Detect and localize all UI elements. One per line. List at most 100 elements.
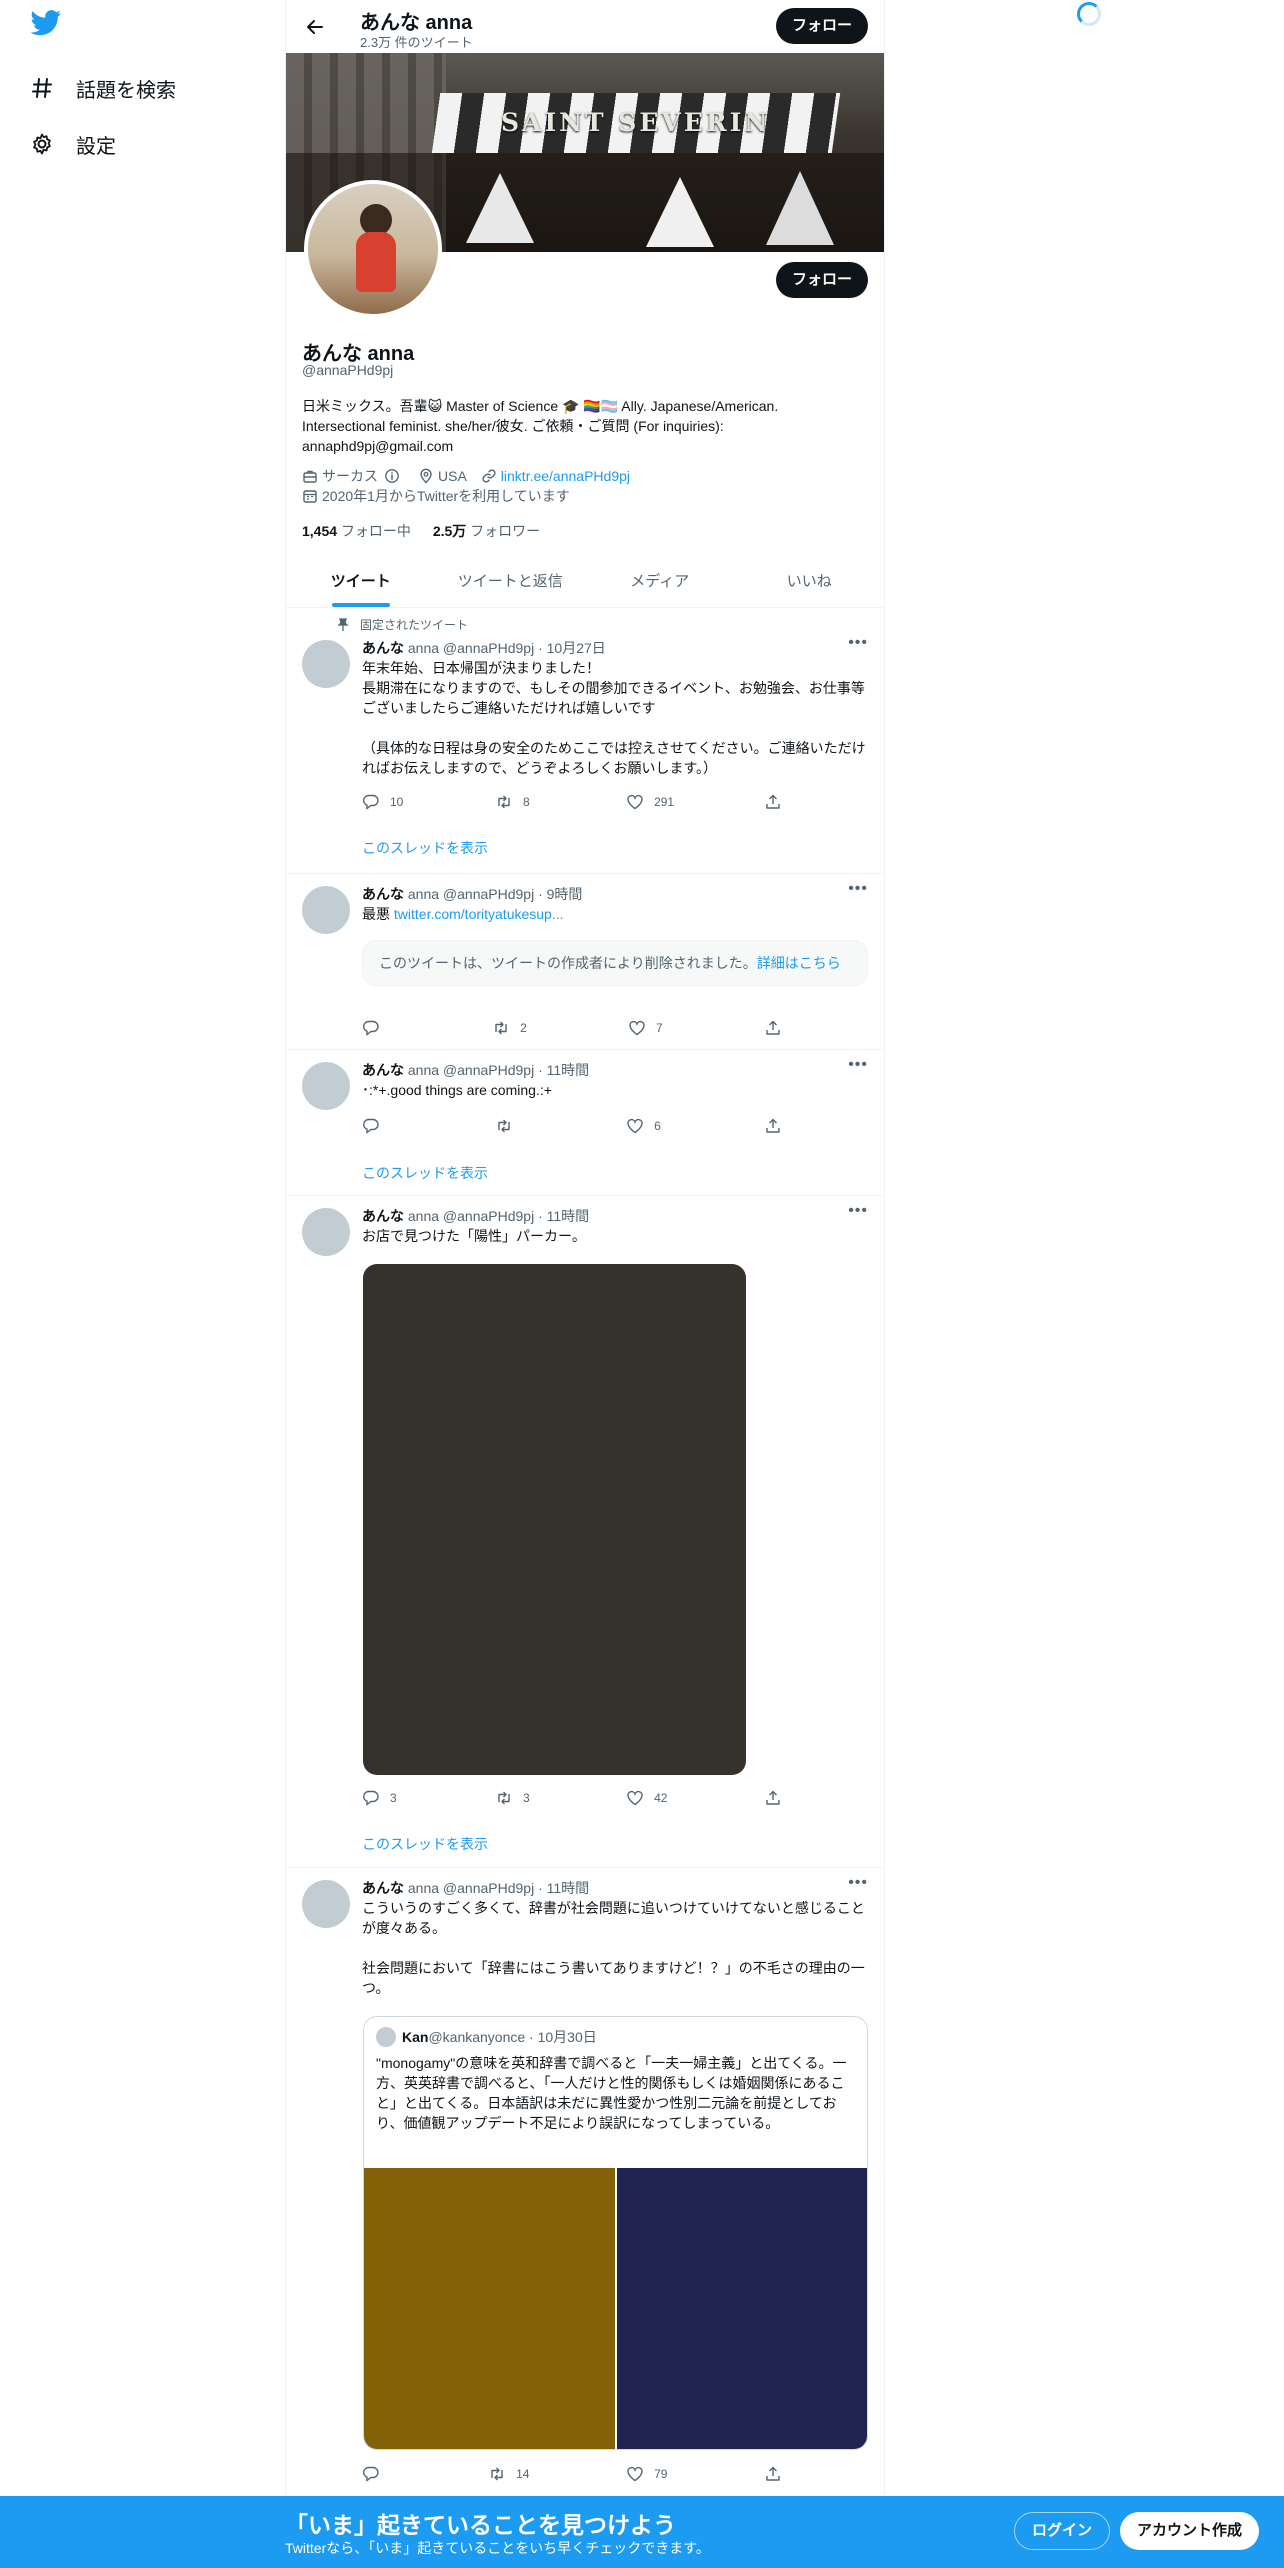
profile-column: あんな anna 2.3万 件のツイート フォロー SAINT SEVERIN … — [285, 0, 885, 2568]
gear-icon — [33, 133, 51, 155]
tweet-header: あんな anna @annaPHd9pj · 11時間 — [362, 1206, 868, 1226]
show-thread-link[interactable]: このスレッドを表示 — [362, 1834, 488, 1854]
reply-button[interactable] — [362, 1116, 495, 1136]
pinned-indicator: 固定されたツイート — [336, 616, 468, 633]
header-follow-button[interactable]: フォロー — [776, 8, 868, 44]
retweet-count: 3 — [523, 1791, 530, 1805]
tab-likes[interactable]: いいね — [735, 555, 885, 607]
banner-sign-text: SAINT SEVERIN — [501, 108, 771, 137]
briefcase-icon — [303, 470, 317, 483]
reply-button[interactable]: 3 — [362, 1788, 495, 1808]
share-button[interactable] — [764, 1116, 792, 1136]
reply-button[interactable] — [362, 2464, 488, 2484]
tab-tweets-and-replies[interactable]: ツイートと返信 — [436, 555, 586, 607]
deleted-notice-text: このツイートは、ツイートの作成者により削除されました。 — [379, 955, 757, 971]
share-icon — [766, 794, 780, 809]
tweet-author-name[interactable]: あんな — [362, 886, 404, 902]
quoted-tweet[interactable]: Kan @kankanyonce · 10月30日 "monogamy"の意味を… — [363, 2016, 868, 2450]
tweet-header: あんな anna @annaPHd9pj · 11時間 — [362, 1060, 868, 1080]
show-thread-link[interactable]: このスレッドを表示 — [362, 838, 488, 858]
tweet-avatar[interactable] — [302, 1208, 350, 1256]
reply-count: 10 — [390, 795, 404, 809]
like-button[interactable]: 7 — [628, 1018, 764, 1038]
share-icon — [766, 1790, 780, 1805]
reply-icon — [363, 1790, 379, 1806]
tweet-actions: 6 — [362, 1116, 792, 1136]
retweet-button[interactable]: 8 — [495, 792, 626, 812]
followers-link[interactable]: 2.5万 フォロワー — [433, 523, 540, 539]
tweet[interactable]: ••• あんな anna @annaPHd9pj · 11時間 ･:*+.goo… — [286, 1050, 884, 1196]
quoted-meta: @kankanyonce · 10月30日 — [428, 2029, 597, 2045]
retweet-icon — [498, 1791, 510, 1805]
tweet-avatar[interactable] — [302, 886, 350, 934]
tweet-avatar[interactable] — [302, 1880, 350, 1928]
tweet-meta: anna @annaPHd9pj · 9時間 — [404, 886, 583, 902]
tweet[interactable]: ••• あんな anna @annaPHd9pj · 9時間 最悪 twitte… — [286, 874, 884, 1050]
calendar-icon — [303, 490, 317, 503]
tweet-body: あんな anna @annaPHd9pj · 9時間 最悪 twitter.co… — [362, 884, 868, 924]
like-button[interactable]: 6 — [626, 1116, 764, 1136]
twitter-logo-icon[interactable] — [30, 10, 62, 36]
tweet-link[interactable]: twitter.com/torityatukesup... — [394, 906, 564, 922]
retweet-button[interactable]: 3 — [495, 1788, 626, 1808]
share-button[interactable] — [764, 1788, 792, 1808]
share-button[interactable] — [764, 792, 792, 812]
left-nav: 話題を検索 設定 — [30, 10, 260, 172]
tab-media[interactable]: メディア — [585, 555, 735, 607]
login-button[interactable]: ログイン — [1014, 2512, 1110, 2550]
retweet-count: 14 — [516, 2467, 530, 2481]
tweet-header: あんな anna @annaPHd9pj · 11時間 — [362, 1878, 868, 1898]
profile-work-label: サーカス — [322, 468, 378, 484]
tweet-author-name[interactable]: あんな — [362, 640, 404, 656]
profile-follow-button[interactable]: フォロー — [776, 262, 868, 298]
following-link[interactable]: 1,454 フォロー中 — [302, 523, 411, 539]
tweet-author-name[interactable]: あんな — [362, 1208, 404, 1224]
quoted-author-name: Kan — [402, 2029, 429, 2045]
quoted-image-1[interactable] — [364, 2168, 615, 2449]
tweet-avatar[interactable] — [302, 1062, 350, 1110]
tweet-author-name[interactable]: あんな — [362, 1062, 404, 1078]
tab-tweets[interactable]: ツイート — [286, 555, 436, 607]
reply-icon — [363, 1118, 379, 1134]
profile-website-link[interactable]: linktr.ee/annaPHd9pj — [501, 466, 630, 486]
tweet-actions: 14 79 — [362, 2464, 792, 2484]
header-name: あんな anna — [360, 12, 473, 34]
nav-item-explore[interactable]: 話題を検索 — [30, 60, 260, 116]
learn-more-link[interactable]: 詳細はこちら — [757, 955, 841, 971]
tweet-author-name[interactable]: あんな — [362, 1880, 404, 1896]
reply-button[interactable] — [362, 1018, 492, 1038]
banner-umbrella — [466, 173, 534, 243]
tweet-body: あんな anna @annaPHd9pj · 11時間 ･:*+.good th… — [362, 1060, 868, 1100]
like-button[interactable]: 42 — [626, 1788, 764, 1808]
retweet-button[interactable]: 2 — [492, 1018, 628, 1038]
signup-button[interactable]: アカウント作成 — [1120, 2512, 1259, 2550]
profile-work: サーカス — [302, 466, 404, 486]
like-button[interactable]: 79 — [626, 2464, 764, 2484]
banner-umbrella — [646, 177, 714, 247]
bio-line: 日米ミックス。吾輩😺 Master of Science 🎓 🏳️‍🌈🏳️‍⚧️… — [302, 398, 779, 414]
info-icon[interactable] — [384, 468, 400, 484]
share-button[interactable] — [764, 2464, 792, 2484]
retweet-icon — [495, 1021, 507, 1035]
retweet-button[interactable]: 14 — [488, 2464, 626, 2484]
share-button[interactable] — [764, 1018, 792, 1038]
profile-tabs: ツイート ツイートと返信 メディア いいね — [286, 555, 884, 608]
profile-joined: 2020年1月からTwitterを利用しています — [302, 486, 570, 506]
profile-follow-stats: 1,454 フォロー中 2.5万 フォロワー — [302, 521, 558, 541]
like-count: 7 — [656, 1021, 663, 1035]
tweet[interactable]: ••• あんな anna @annaPHd9pj · 11時間 こういうのすごく… — [286, 1868, 884, 2496]
like-count: 6 — [654, 1119, 661, 1133]
like-button[interactable]: 291 — [626, 792, 764, 812]
nav-item-settings[interactable]: 設定 — [30, 116, 260, 172]
reply-button[interactable]: 10 — [362, 792, 495, 812]
retweet-button[interactable] — [495, 1116, 626, 1136]
tweet[interactable]: ••• あんな anna @annaPHd9pj · 11時間 お店で見つけた「… — [286, 1196, 884, 1868]
back-button[interactable] — [300, 12, 330, 42]
profile-avatar[interactable] — [304, 180, 442, 318]
quoted-image-2[interactable] — [617, 2168, 867, 2449]
tweet[interactable]: 固定されたツイート ••• あんな anna @annaPHd9pj · 10月… — [286, 608, 884, 874]
show-thread-link[interactable]: このスレッドを表示 — [362, 1163, 488, 1183]
tweet-avatar[interactable] — [302, 640, 350, 688]
tweet-text-prefix: 最悪 — [362, 906, 394, 922]
tweet-media-image[interactable] — [363, 1264, 746, 1775]
